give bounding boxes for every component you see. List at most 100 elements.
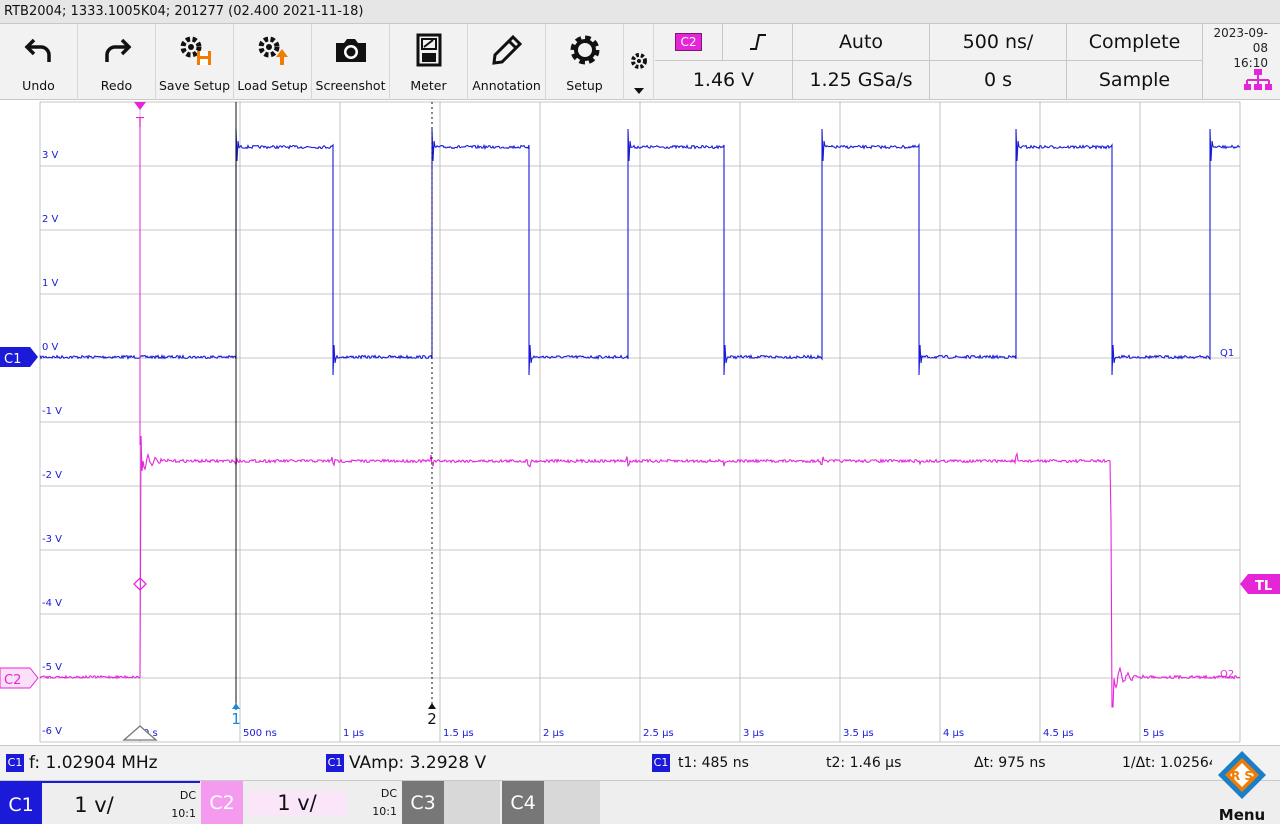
cursor-t1: t1: 485 ns [678, 755, 749, 771]
trigger-level-label: TL [1255, 579, 1272, 594]
y-axis-label: -2 V [42, 470, 62, 481]
redo-label: Redo [100, 78, 133, 93]
cursor-2-label: 2 [427, 710, 437, 728]
cursor-channel-badge: C1 [652, 754, 670, 772]
x-axis-label: 1 µs [343, 728, 364, 739]
measurement-2-channel: C1 [326, 754, 344, 772]
time-offset[interactable]: 0 s [930, 61, 1067, 100]
trigger-source-badge: C2 [675, 33, 702, 51]
y-axis-label: -5 V [42, 662, 62, 673]
redo-icon [78, 32, 155, 68]
cursor-channel[interactable]: C1 [652, 746, 675, 780]
y-axis-label: 1 V [42, 278, 59, 289]
screenshot-label: Screenshot [315, 78, 386, 93]
acquisition-state[interactable]: Complete [1067, 24, 1203, 61]
annotation-button[interactable]: Annotation [468, 24, 546, 100]
waveform-area[interactable]: 3 V2 V1 V0 V-1 V-2 V-3 V-4 V-5 V-6 V 0 s… [0, 100, 1280, 745]
measurement-2[interactable]: C1 VAmp: 3.2928 V [326, 746, 486, 780]
acquisition-mode[interactable]: Sample [1067, 61, 1203, 100]
y-axis-label: -1 V [42, 406, 62, 417]
network-icon[interactable] [1243, 68, 1273, 92]
channel-c2-coupling-type: DC [380, 787, 397, 800]
chevron-down-icon [634, 88, 644, 94]
setup-label: Setup [566, 78, 603, 93]
trigger-position-label: T [135, 116, 144, 131]
x-axis-label: 2.5 µs [643, 728, 674, 739]
menu-button[interactable]: R S Menu [1204, 745, 1280, 824]
camera-icon [312, 32, 389, 68]
y-axis-label: 0 V [42, 342, 59, 353]
window-title: RTB2004; 1333.1005K04; 201277 (02.400 20… [4, 4, 364, 19]
trigger-mode[interactable]: Auto [793, 24, 930, 61]
cursor-1-arrow[interactable] [232, 703, 240, 709]
sample-rate[interactable]: 1.25 GSa/s [793, 61, 930, 100]
y-axis-label: 2 V [42, 214, 59, 225]
trigger-level[interactable]: 1.46 V [655, 61, 793, 100]
gear-icon [546, 32, 623, 68]
cursor-inverse-delta-t: 1/Δt: 1.02564 M [1122, 755, 1212, 771]
x-axis-label: 2 µs [543, 728, 564, 739]
gear-dropdown-icon [631, 53, 647, 69]
pencil-icon [468, 32, 545, 68]
meter-button[interactable]: Meter [390, 24, 468, 100]
measurement-2-value: VAmp: 3.2928 V [349, 753, 487, 773]
c1-marker-label: C1 [4, 352, 21, 367]
x-axis-label: 4 µs [943, 728, 964, 739]
title-bar: RTB2004; 1333.1005K04; 201277 (02.400 20… [0, 0, 1280, 24]
measurement-1-value: f: 1.02904 MHz [29, 753, 158, 773]
load-setup-button[interactable]: Load Setup [234, 24, 312, 100]
screenshot-button[interactable]: Screenshot [312, 24, 390, 100]
cursor-t2: t2: 1.46 µs [826, 755, 902, 771]
rs-logo-icon: R S [1218, 751, 1266, 799]
undo-icon [0, 32, 77, 68]
trigger-source[interactable]: C2 [655, 24, 723, 61]
annotation-label: Annotation [472, 78, 541, 93]
x-axis-label: 4.5 µs [1043, 728, 1074, 739]
save-setup-icon [156, 32, 233, 68]
save-setup-button[interactable]: Save Setup [156, 24, 234, 100]
waveform-display[interactable]: 3 V2 V1 V0 V -1 V -2 V -3 V -4 V -5 V -6 V 0 s… [0, 100, 1280, 745]
measurement-bar: C1 f: 1.02904 MHz C1 VAmp: 3.2928 V C1 t… [0, 745, 1280, 781]
channel-c1-tab[interactable]: C1 1 v/ DC 10:1 [0, 781, 200, 824]
load-setup-icon [234, 32, 311, 68]
channel-c1-coupling-type: DC [179, 789, 196, 802]
channel-c1-coupling: DC 10:1 [171, 787, 196, 823]
x-axis-label: 5 µs [1143, 728, 1164, 739]
graticule [39, 101, 1241, 743]
y-axis-label: -3 V [42, 534, 62, 545]
channel-bar: C1 1 v/ DC 10:1 C2 1 v/ DC 10:1 C3 C4 [0, 781, 1280, 824]
channel-c2-probe: 10:1 [372, 805, 397, 818]
channel-c2-scale: 1 v/ [247, 791, 347, 815]
y-axis-label: 3 V [42, 150, 59, 161]
channel-c2-coupling: DC 10:1 [372, 785, 397, 821]
channel-c1-name: C1 [0, 783, 42, 824]
date-time: 2023-09-08 16:10 [1203, 24, 1280, 100]
undo-label: Undo [22, 78, 55, 93]
date: 2023-09-08 [1213, 26, 1268, 55]
cursor-1-label: 1 [231, 710, 241, 728]
x-axis-label: 3 µs [743, 728, 764, 739]
channel-c4-tab[interactable]: C4 [502, 781, 600, 824]
trigger-slope[interactable] [723, 24, 793, 61]
cursor-delta-t: Δt: 975 ns [974, 755, 1046, 771]
q2-label: Q2 [1220, 669, 1234, 680]
measurement-1[interactable]: C1 f: 1.02904 MHz [6, 746, 158, 780]
redo-button[interactable]: Redo [78, 24, 156, 100]
toolbar-more-button[interactable] [624, 24, 654, 100]
channel-c3-tab[interactable]: C3 [402, 781, 500, 824]
trigger-position-arrow[interactable] [134, 102, 146, 110]
meter-label: Meter [410, 78, 447, 93]
setup-button[interactable]: Setup [546, 24, 624, 100]
timebase[interactable]: 500 ns/ [930, 24, 1067, 61]
rising-edge-icon [749, 34, 766, 50]
channel-c2-tab[interactable]: C2 1 v/ DC 10:1 [201, 781, 401, 824]
cursor-2-arrow[interactable] [428, 703, 436, 709]
undo-button[interactable]: Undo [0, 24, 78, 100]
channel-c3-name: C3 [402, 781, 444, 824]
y-axis-labels: 3 V 2 V 1 V 0 V -1 V -2 V -3 V -4 V -5 V -6 V [42, 150, 62, 737]
x-axis-label: 3.5 µs [843, 728, 874, 739]
toolbar: Undo Redo Save Setup Load Setup Screensh… [0, 24, 1280, 100]
channel-c1-scale: 1 v/ [74, 793, 114, 817]
c2-marker-label: C2 [4, 673, 21, 688]
measurement-1-channel: C1 [6, 754, 24, 772]
